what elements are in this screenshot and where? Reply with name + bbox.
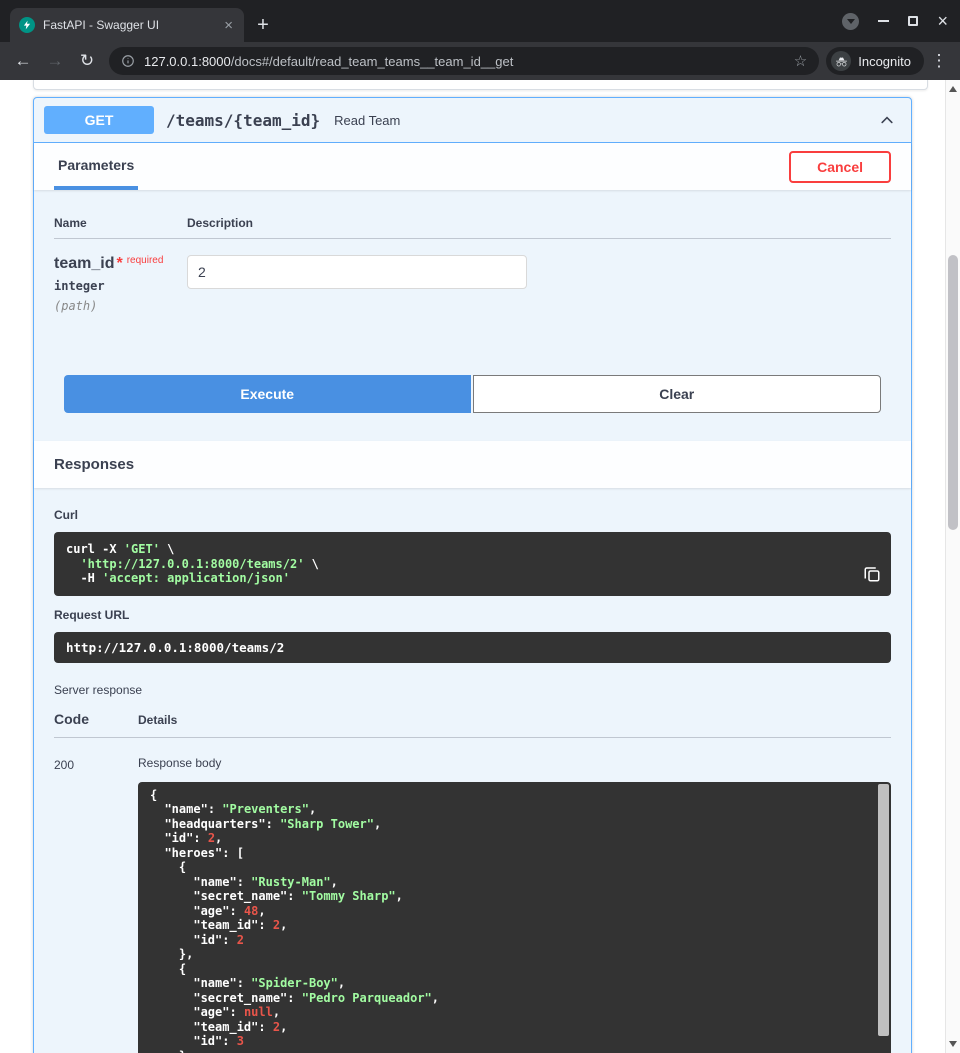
column-header-name: Name (54, 216, 187, 230)
parameter-type: integer (54, 279, 187, 293)
cancel-button[interactable]: Cancel (789, 151, 891, 183)
required-label: required (127, 255, 164, 266)
responses-content: Curl curl -X 'GET' \ 'http://127.0.0.1:8… (34, 488, 911, 1053)
incognito-label: Incognito (858, 54, 911, 69)
details-column-header: Details (138, 713, 891, 727)
url-text: 127.0.0.1:8000/docs#/default/read_team_t… (144, 54, 785, 69)
response-body-label: Response body (138, 756, 891, 770)
url-host: 127.0.0.1:8000 (144, 54, 231, 69)
request-url-label: Request URL (54, 608, 891, 622)
browser-window: FastAPI - Swagger UI × + × ← → ↻ 127.0.0… (0, 0, 960, 1053)
incognito-badge: Incognito (826, 47, 924, 75)
maximize-button[interactable] (908, 16, 918, 26)
minimize-button[interactable] (878, 20, 889, 22)
window-controls: × (842, 0, 948, 42)
copy-icon[interactable] (863, 565, 881, 586)
status-circle-icon[interactable] (842, 13, 859, 30)
responses-header: Responses (34, 441, 911, 488)
url-path: /docs#/default/read_team_teams__team_id_… (231, 54, 514, 69)
new-tab-button[interactable]: + (250, 12, 276, 38)
parameters-header: Parameters Cancel (34, 143, 911, 190)
parameter-value-cell (187, 255, 891, 313)
tab-parameters[interactable]: Parameters (54, 143, 138, 190)
bookmark-star-icon[interactable]: ☆ (794, 52, 807, 70)
team-id-input[interactable] (187, 255, 527, 289)
response-body-scrollbar[interactable] (878, 784, 889, 1053)
response-body-scrollbar-thumb[interactable] (878, 784, 889, 1036)
browser-tab[interactable]: FastAPI - Swagger UI × (10, 8, 244, 42)
responses-title: Responses (54, 456, 134, 473)
collapse-chevron-icon[interactable] (873, 108, 901, 132)
fastapi-favicon-icon (19, 17, 35, 33)
tab-title: FastAPI - Swagger UI (43, 18, 214, 32)
response-body-json: { "name": "Preventers", "headquarters": … (150, 788, 879, 1053)
response-body-block: { "name": "Preventers", "headquarters": … (138, 782, 891, 1053)
response-row: 200 Response body { "name": "Preventers"… (54, 738, 891, 1053)
required-star: * (116, 255, 122, 272)
swagger-page: GET /teams/{team_id} Read Team Parameter… (0, 80, 960, 1053)
reload-button[interactable]: ↻ (72, 46, 102, 76)
response-table-header: Code Details (54, 711, 891, 738)
parameters-table: Name Description team_id*required intege… (34, 190, 911, 375)
execute-button[interactable]: Execute (64, 375, 471, 413)
close-button[interactable]: × (937, 12, 948, 30)
page-scrollbar[interactable] (945, 80, 960, 1053)
incognito-icon (831, 51, 851, 71)
request-url-text: http://127.0.0.1:8000/teams/2 (66, 640, 284, 655)
request-url-block: http://127.0.0.1:8000/teams/2 (54, 632, 891, 663)
parameters-table-header: Name Description (54, 216, 891, 239)
browser-titlebar: FastAPI - Swagger UI × + × (0, 0, 960, 42)
curl-label: Curl (54, 508, 891, 522)
operation-summary[interactable]: GET /teams/{team_id} Read Team (34, 98, 911, 143)
operation-path: /teams/{team_id} (166, 111, 320, 130)
operation-block-get: GET /teams/{team_id} Read Team Parameter… (33, 97, 912, 1053)
code-column-header: Code (54, 711, 138, 727)
method-badge: GET (44, 106, 154, 134)
status-code: 200 (54, 758, 74, 772)
parameter-meta: team_id*required integer (path) (54, 255, 187, 313)
parameter-name: team_id*required (54, 255, 187, 273)
scrollbar-down-arrow-icon[interactable] (946, 1037, 960, 1051)
forward-button[interactable]: → (40, 46, 70, 76)
parameters-tab-label: Parameters (58, 157, 134, 173)
parameter-location: (path) (54, 299, 187, 313)
clear-button[interactable]: Clear (473, 375, 882, 413)
clipped-section-bottom (33, 80, 928, 90)
site-info-icon[interactable] (121, 54, 135, 68)
curl-command-text: curl -X 'GET' \ 'http://127.0.0.1:8000/t… (66, 542, 879, 586)
curl-command-block: curl -X 'GET' \ 'http://127.0.0.1:8000/t… (54, 532, 891, 596)
tab-close-icon[interactable]: × (222, 16, 235, 35)
back-button[interactable]: ← (8, 46, 38, 76)
server-response-label: Server response (54, 683, 891, 697)
scrollbar-up-arrow-icon[interactable] (946, 82, 960, 96)
page-content: GET /teams/{team_id} Read Team Parameter… (0, 80, 945, 1053)
menu-icon[interactable]: ⋮ (926, 51, 952, 71)
column-header-description: Description (187, 216, 891, 230)
browser-toolbar: ← → ↻ 127.0.0.1:8000/docs#/default/read_… (0, 42, 960, 80)
parameter-row: team_id*required integer (path) (54, 239, 891, 313)
operation-summary-text: Read Team (334, 113, 400, 128)
page-scrollbar-thumb[interactable] (948, 255, 958, 530)
execute-row: Execute Clear (34, 375, 911, 437)
url-bar[interactable]: 127.0.0.1:8000/docs#/default/read_team_t… (109, 47, 819, 75)
